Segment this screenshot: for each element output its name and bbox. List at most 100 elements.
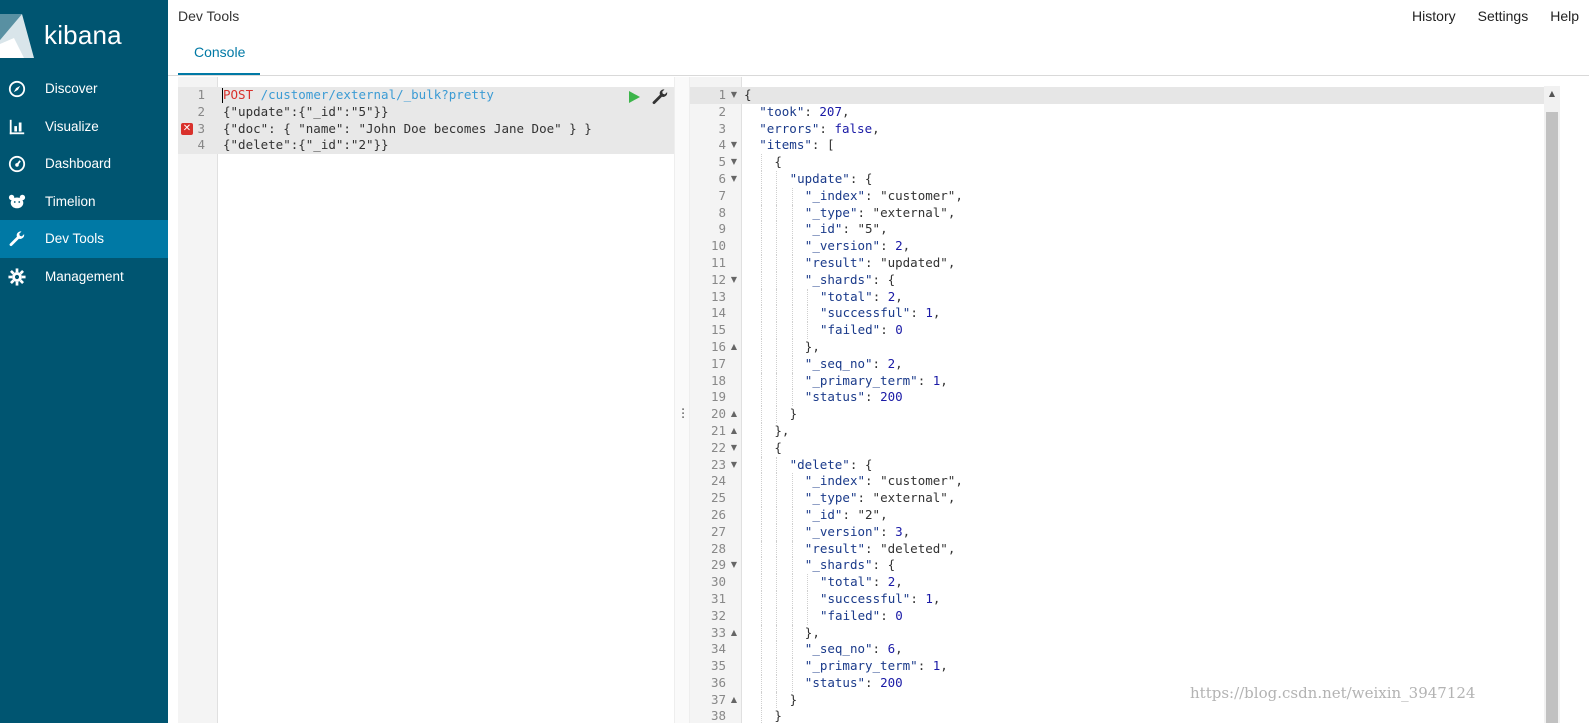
line-number: 20	[710, 406, 726, 422]
request-line[interactable]: 1 POST /customer/external/_bulk?pretty	[178, 87, 674, 104]
response-code: "_primary_term": 1,	[804, 372, 948, 388]
line-number: 15	[710, 322, 726, 338]
indent-guide	[761, 523, 763, 541]
wrench-icon[interactable]	[651, 88, 669, 106]
json-value: 207	[819, 103, 842, 119]
sidebar-item-dashboard[interactable]: Dashboard	[0, 145, 168, 183]
indent-guide	[761, 708, 763, 723]
json-value: "external"	[872, 490, 948, 506]
http-method: POST	[223, 87, 254, 102]
help-link[interactable]: Help	[1550, 8, 1579, 24]
fold-toggle-down-icon[interactable]: ▼	[729, 440, 739, 457]
fold-toggle-down-icon[interactable]: ▼	[729, 154, 739, 171]
indent-guide	[791, 590, 793, 608]
sidebar-item-timelion[interactable]: Timelion	[0, 183, 168, 221]
json-value: "updated"	[880, 254, 948, 270]
response-code: "_index": "customer",	[804, 187, 963, 203]
line-number: 3	[718, 120, 726, 136]
response-code: "_version": 2,	[804, 238, 911, 254]
sidebar-item-label: Dashboard	[45, 156, 112, 172]
response-code: "successful": 1,	[820, 590, 941, 606]
fold-toggle-down-icon[interactable]: ▼	[729, 457, 739, 474]
line-number: 32	[710, 607, 726, 623]
response-code: "_seq_no": 6,	[804, 641, 903, 657]
sidebar: kibana Discover Visualize Dashboard Timelio…	[0, 0, 168, 723]
kibana-logo[interactable]: kibana	[0, 0, 168, 70]
play-icon[interactable]	[626, 89, 642, 105]
indent-guide	[791, 305, 793, 323]
response-line: 35 "_primary_term": 1,	[690, 658, 1544, 675]
response-code: "_index": "customer",	[804, 473, 963, 489]
indent-guide	[791, 372, 793, 390]
error-marker-icon[interactable]: ✕	[181, 122, 193, 135]
fold-toggle-up-icon[interactable]: ▲	[729, 625, 739, 642]
sidebar-item-discover[interactable]: Discover	[0, 70, 168, 108]
line-number: 37	[710, 691, 726, 707]
tab-console[interactable]: Console	[178, 34, 260, 75]
request-line[interactable]: 4 {"delete":{"_id":"2"}}	[178, 137, 674, 155]
indent-guide	[791, 338, 793, 356]
line-number: 31	[710, 590, 726, 606]
settings-link[interactable]: Settings	[1478, 8, 1529, 24]
request-editor[interactable]: 1 POST /customer/external/_bulk?pretty 2 {"…	[178, 77, 674, 723]
response-scrollbar[interactable]: ▲	[1544, 86, 1560, 723]
sidebar-item-management[interactable]: Management	[0, 258, 168, 296]
indent-guide	[761, 338, 763, 356]
response-code: "total": 2,	[820, 574, 903, 590]
indent-guide	[806, 322, 808, 339]
response-line: 28 "result": "deleted",	[690, 540, 1544, 558]
indent-guide	[776, 674, 778, 692]
kibana-logo-icon	[0, 14, 34, 58]
fold-toggle-up-icon[interactable]: ▲	[729, 692, 739, 709]
indent-guide	[776, 170, 778, 188]
response-editor[interactable]: 1 ▼{2 "took": 207, 3 "errors": false, 4 ▼ "item…	[690, 77, 1544, 723]
fold-toggle-down-icon[interactable]: ▼	[729, 557, 739, 574]
scrollbar-thumb[interactable]	[1546, 112, 1558, 723]
fold-toggle-down-icon[interactable]: ▼	[729, 137, 739, 154]
response-code: "update": {	[789, 170, 873, 186]
response-line: 31 "successful": 1,	[690, 590, 1544, 608]
fold-toggle-up-icon[interactable]: ▲	[729, 423, 739, 440]
indent-guide	[791, 254, 793, 272]
tab-console-label: Console	[194, 44, 246, 60]
indent-guide	[791, 624, 793, 642]
response-line: 32 "failed": 0	[690, 607, 1544, 625]
request-line[interactable]: 2 {"update":{"_id":"5"}}	[178, 103, 674, 121]
response-code: "_id": "2",	[804, 506, 888, 522]
json-key: "status"	[804, 674, 866, 690]
indent-guide	[806, 288, 808, 306]
indent-guide	[791, 674, 793, 692]
json-key: "status"	[804, 389, 866, 405]
indent-guide	[761, 439, 763, 457]
json-value: 6	[887, 641, 896, 657]
json-key: "successful"	[820, 590, 911, 606]
fold-toggle-down-icon[interactable]: ▼	[729, 87, 739, 104]
response-code: "failed": 0	[820, 322, 903, 338]
pane-splitter-handle[interactable]: · · ·	[674, 77, 690, 723]
json-key: "_seq_no"	[804, 355, 873, 371]
fold-toggle-up-icon[interactable]: ▲	[729, 339, 739, 356]
request-line[interactable]: 3 ✕ {"doc": { "name": "John Doe becomes Ja…	[178, 120, 674, 138]
request-code: {"doc": { "name": "John Doe becomes Jane…	[223, 120, 592, 136]
history-link[interactable]: History	[1412, 8, 1456, 24]
json-key: "errors"	[759, 120, 820, 136]
response-line: 29 ▼ "_shards": {	[690, 557, 1544, 575]
json-value: 3	[895, 523, 903, 539]
indent-guide	[761, 372, 763, 390]
line-number: 1	[197, 87, 205, 102]
indent-guide	[776, 238, 778, 255]
fold-toggle-up-icon[interactable]: ▲	[729, 406, 739, 423]
line-number: 21	[710, 422, 726, 438]
fold-toggle-down-icon[interactable]: ▼	[729, 272, 739, 289]
sidebar-item-dev-tools[interactable]: Dev Tools	[0, 220, 168, 258]
scroll-up-icon[interactable]: ▲	[1544, 86, 1560, 102]
sidebar-item-label: Discover	[45, 81, 98, 97]
line-number: 30	[710, 574, 726, 590]
sidebar-item-visualize[interactable]: Visualize	[0, 108, 168, 146]
fold-toggle-down-icon[interactable]: ▼	[729, 171, 739, 188]
response-line: 25 "_type": "external",	[690, 490, 1544, 507]
line-number: 33	[710, 624, 726, 640]
json-value: {	[864, 170, 873, 186]
indent-guide	[776, 624, 778, 642]
json-key: "failed"	[820, 607, 881, 623]
